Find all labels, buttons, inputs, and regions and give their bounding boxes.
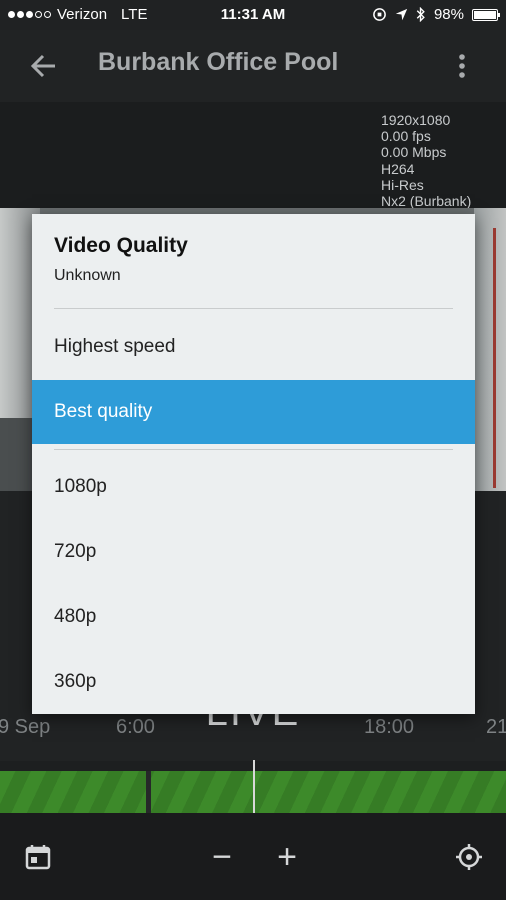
app-bar: Burbank Office Pool — [0, 30, 506, 102]
option-1080p[interactable]: 1080p — [32, 455, 475, 519]
option-480p[interactable]: 480p — [32, 585, 475, 649]
back-arrow-icon[interactable] — [28, 50, 60, 82]
option-highest-speed[interactable]: Highest speed — [32, 315, 475, 379]
option-best-quality[interactable]: Best quality — [32, 380, 475, 444]
stat-resolution: 1920x1080 — [381, 112, 451, 128]
more-vert-icon[interactable] — [450, 50, 474, 82]
option-720p[interactable]: 720p — [32, 520, 475, 584]
stat-fps: 0.00 fps — [381, 128, 431, 145]
page-title: Burbank Office Pool — [98, 48, 339, 76]
divider — [54, 308, 453, 309]
crosshair-icon[interactable] — [455, 843, 483, 871]
zoom-out-button[interactable]: − — [208, 840, 236, 874]
timeline-label: 9 Sep — [0, 716, 51, 738]
battery-percent: 98% — [433, 6, 464, 23]
video-pole — [493, 228, 496, 488]
stat-bitrate: 0.00 Mbps — [381, 144, 447, 161]
calendar-icon[interactable] — [24, 843, 52, 871]
timeline-label: 21 — [486, 716, 506, 738]
dialog-subtitle: Unknown — [54, 267, 121, 284]
status-bar: Verizon LTE 11:31 AM 98% — [0, 0, 506, 30]
divider — [54, 449, 453, 450]
location-icon — [395, 8, 408, 21]
bottom-toolbar: − + — [0, 813, 506, 900]
video-right-wall — [474, 208, 506, 491]
battery-icon — [472, 8, 500, 21]
recording-gap — [146, 771, 151, 813]
stream-stats: 1920x1080 0.00 fps 0.00 Mbps H264 Hi-Res… — [381, 112, 471, 209]
timeline-cursor[interactable] — [253, 760, 255, 815]
stat-stream: Hi-Res — [381, 176, 424, 193]
bluetooth-icon — [416, 7, 425, 22]
timeline-label: 18:00 — [364, 716, 415, 738]
option-360p[interactable]: 360p — [32, 650, 475, 714]
status-right: 98% — [372, 6, 500, 23]
stat-server: Nx2 (Burbank) — [381, 193, 472, 210]
video-quality-dialog: Video Quality Unknown Highest speed Best… — [32, 214, 475, 714]
stat-codec: H264 — [381, 160, 415, 177]
zoom-in-button[interactable]: + — [273, 840, 301, 874]
timeline-label: 6:00 — [116, 716, 155, 738]
orientation-lock-icon — [373, 8, 386, 21]
dialog-title: Video Quality — [54, 234, 188, 257]
